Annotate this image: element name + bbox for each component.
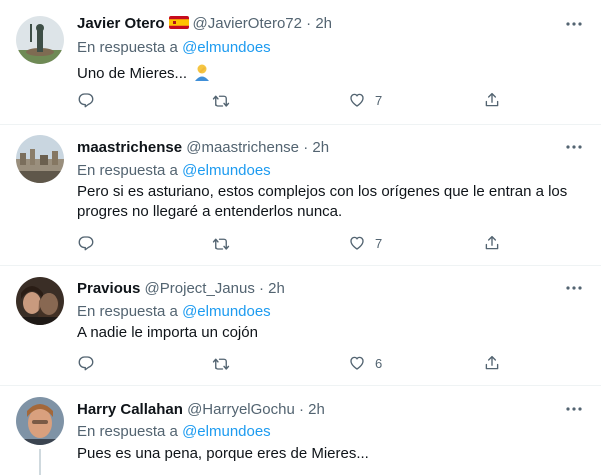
user-handle[interactable]: @HarryelGochu bbox=[187, 401, 295, 418]
user-handle[interactable]: @JavierOtero72 bbox=[193, 15, 302, 32]
timestamp[interactable]: · 2h bbox=[259, 280, 285, 297]
replying-to-label: En respuesta a bbox=[77, 303, 178, 320]
comment-icon bbox=[78, 236, 94, 251]
retweet-button[interactable] bbox=[212, 352, 230, 374]
more-dots-icon[interactable] bbox=[564, 140, 584, 154]
retweet-button[interactable] bbox=[212, 232, 230, 254]
reply-button[interactable] bbox=[77, 352, 95, 374]
comment-icon bbox=[78, 93, 94, 108]
share-button[interactable] bbox=[483, 352, 501, 374]
retweet-icon bbox=[212, 95, 230, 107]
share-button[interactable] bbox=[483, 89, 501, 111]
reply-button[interactable] bbox=[77, 89, 95, 111]
timestamp[interactable]: · 2h bbox=[303, 139, 329, 156]
tweet[interactable]: maastrichense @maastrichense · 2h En res… bbox=[0, 125, 601, 266]
replying-to-label: En respuesta a bbox=[77, 39, 178, 56]
user-handle[interactable]: @maastrichense bbox=[186, 139, 299, 156]
tweet-text: A nadie le importa un cojón bbox=[77, 324, 258, 341]
timestamp[interactable]: · 2h bbox=[306, 15, 332, 32]
tweet[interactable]: Javier Otero @JavierOtero72 · 2h En respu… bbox=[0, 0, 601, 125]
replying-to-label: En respuesta a bbox=[77, 423, 178, 440]
user-name[interactable]: Javier Otero bbox=[77, 15, 165, 32]
user-name[interactable]: maastrichense bbox=[77, 139, 182, 156]
like-count: 6 bbox=[375, 355, 383, 371]
replying-to-label: En respuesta a bbox=[77, 162, 178, 179]
user-name[interactable]: Harry Callahan bbox=[77, 401, 183, 418]
retweet-button[interactable] bbox=[212, 89, 230, 111]
avatar[interactable] bbox=[16, 277, 64, 325]
timestamp[interactable]: · 2h bbox=[299, 401, 325, 418]
mention-link[interactable]: @elmundoes bbox=[182, 162, 271, 179]
share-icon bbox=[485, 235, 499, 250]
flag-spain-icon bbox=[168, 16, 189, 29]
avatar[interactable] bbox=[16, 16, 64, 64]
like-button[interactable]: 7 bbox=[348, 89, 382, 111]
comment-icon bbox=[78, 356, 94, 371]
like-count: 7 bbox=[375, 235, 383, 251]
user-name[interactable]: Pravious bbox=[77, 280, 140, 297]
tweet-text: Uno de Mieres... bbox=[77, 65, 188, 82]
like-count: 7 bbox=[375, 92, 383, 108]
more-dots-icon[interactable] bbox=[564, 281, 584, 295]
more-dots-icon[interactable] bbox=[564, 17, 584, 31]
heart-icon bbox=[350, 93, 364, 107]
share-icon bbox=[485, 355, 499, 370]
share-icon bbox=[485, 92, 499, 107]
tweet-text: Pero si es asturiano, estos complejos co… bbox=[77, 183, 568, 220]
share-button[interactable] bbox=[483, 232, 501, 254]
retweet-icon bbox=[212, 238, 230, 250]
more-dots-icon[interactable] bbox=[564, 402, 584, 416]
avatar[interactable] bbox=[16, 135, 64, 183]
like-button[interactable]: 7 bbox=[348, 232, 382, 254]
like-button[interactable]: 6 bbox=[348, 352, 382, 374]
user-handle[interactable]: @Project_Janus bbox=[145, 280, 255, 297]
tweet-text: Pues es una pena, porque eres de Mieres.… bbox=[77, 445, 369, 462]
heart-icon bbox=[350, 356, 364, 370]
mention-link[interactable]: @elmundoes bbox=[182, 39, 271, 56]
retweet-icon bbox=[212, 358, 230, 370]
heart-icon bbox=[350, 236, 364, 250]
facepalm-emoji-icon bbox=[193, 63, 211, 81]
reply-button[interactable] bbox=[77, 232, 95, 254]
tweet[interactable]: Pravious @Project_Janus · 2h En respuest… bbox=[0, 266, 601, 386]
avatar[interactable] bbox=[16, 397, 64, 445]
thread-line bbox=[39, 449, 41, 475]
mention-link[interactable]: @elmundoes bbox=[182, 423, 271, 440]
mention-link[interactable]: @elmundoes bbox=[182, 303, 271, 320]
tweet[interactable]: Harry Callahan @HarryelGochu · 2h En res… bbox=[0, 386, 601, 475]
